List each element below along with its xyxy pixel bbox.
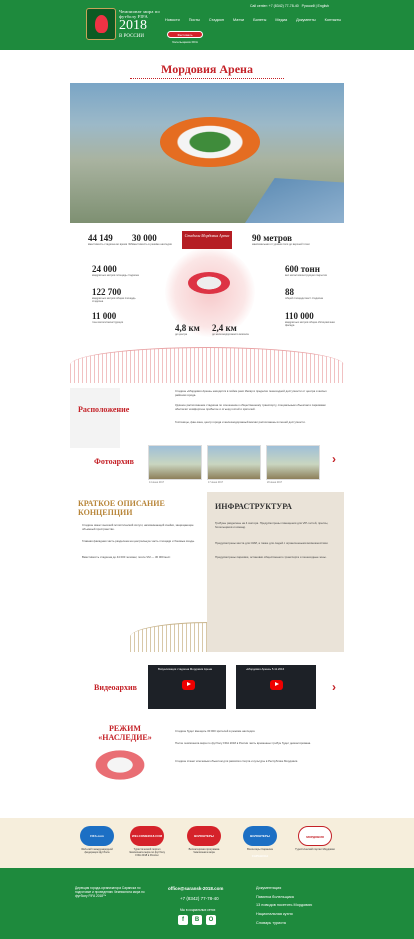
nav-tickets[interactable]: Билеты: [253, 18, 266, 22]
page-title: Мордовия Арена: [161, 62, 253, 76]
vk-icon[interactable]: B: [192, 915, 202, 925]
footer-links: Документация Памятка болельщика 13 повод…: [256, 884, 312, 928]
nav-posts[interactable]: Посты: [189, 18, 200, 22]
legacy-title: Режим «наследие»: [98, 724, 152, 742]
footer-link-cuisine[interactable]: Национальная кухня: [256, 910, 312, 919]
logo-text: Чемпионат мира по футболу FIFA 2018 В РО…: [119, 9, 163, 40]
infrastructure-section: Инфраструктура Трибуны разделены на 4 се…: [207, 492, 344, 652]
location-bg: [70, 388, 120, 448]
nav-stadium[interactable]: Стадион: [209, 18, 224, 22]
trophy-emblem-icon: [95, 15, 108, 33]
infrastructure-text-1: Трибуны разделены на 4 сектора. Предусмо…: [215, 521, 329, 529]
partner-mordovia-logo[interactable]: МОРДОВИЯ: [298, 826, 332, 846]
nav-media[interactable]: Медиа: [275, 18, 287, 22]
footer-social-label: Мы в социальных сетях: [180, 908, 216, 912]
photo-archive-title: Фотоархив: [94, 457, 134, 466]
location-text-2: Удачное расположение стадиона по отношен…: [175, 403, 326, 411]
stat-height: 90 метров максимальная от уровня поля до …: [252, 233, 310, 246]
photo-thumb-2[interactable]: 17 июня 2017: [207, 445, 261, 484]
stat-legacy-capacity: 30 000 вместимость в режиме наследия: [132, 233, 172, 246]
partner-mordovia-caption: Туристический портал Мордовии: [295, 848, 335, 851]
photo-thumb-3[interactable]: 20 июня 2017: [266, 445, 320, 484]
footer-link-fan-guide[interactable]: Памятка болельщика: [256, 893, 312, 902]
call-center-phone: Call center: +7 (8342) 77-78-40: [250, 4, 299, 8]
footer-link-reasons[interactable]: 13 поводов посетить Мордовию: [256, 901, 312, 910]
stat-total-area: 122 700 квадратных метров общая площадь с…: [92, 287, 136, 304]
video-archive-title: Видеоархив: [94, 683, 137, 692]
footer-email[interactable]: office@saransk-2018.com: [168, 886, 223, 891]
odnoklassniki-icon[interactable]: O: [206, 915, 216, 925]
stadium-badge: Стадион Мордовия Арена: [182, 231, 232, 249]
stat-capacity: 44 149 вместимость стадиона во время ЧМ: [88, 233, 132, 246]
nav-matches[interactable]: Матчи: [233, 18, 244, 22]
stat-roof-weight: 600 тонн вес металлоконструкции покрытия: [285, 264, 327, 277]
stat-steel: 11 000 тонн металлоконструкции: [92, 311, 124, 324]
main-nav: Новости Посты Стадион Матчи Билеты Медиа…: [165, 18, 350, 22]
footer-org: Дирекция города-организатора Саранска по…: [75, 886, 145, 899]
partner-saransk-volunteers-logo[interactable]: ВОЛОНТЕРЫ САРАНСКА: [243, 826, 277, 858]
legacy-text-3: Стадион станет ключевым объектом для раз…: [175, 759, 298, 763]
stadium-aerial-illustration: [160, 117, 260, 167]
partners-bar: FIFA.com Web-сайт международной федераци…: [0, 818, 414, 868]
stadium-hero-image: [70, 83, 344, 223]
legacy-stadium-illustration: [95, 750, 145, 780]
site-footer: Дирекция города-организатора Саранска по…: [0, 868, 414, 939]
play-icon[interactable]: [181, 679, 195, 690]
stadium-outline-drawing: [70, 347, 344, 383]
stat-to-station: 2,4 км до железнодорожного вокзала: [212, 323, 249, 336]
footer-link-dictionary[interactable]: Словарь туриста: [256, 919, 312, 928]
concept-text-3: Вместимость стадиона до 44 000 человек; …: [82, 555, 171, 559]
stadium-mini-icon: [188, 272, 230, 294]
logo-country: В РОССИИ: [119, 34, 144, 40]
photo-thumb-1[interactable]: 14 июня 2017: [148, 445, 202, 484]
partner-volunteers-caption: Волонтерская программа Чемпионата мира: [188, 848, 220, 855]
video-next-arrow-icon[interactable]: ›: [332, 680, 336, 694]
partner-volunteers-logo[interactable]: ВОЛОНТЕРЫ: [187, 826, 221, 846]
site-header: Чемпионат мира по футболу FIFA 2018 В РО…: [0, 0, 414, 50]
photo-next-arrow-icon[interactable]: ›: [332, 452, 336, 466]
legacy-text-2: После чемпионата мира по футболу FIFA 20…: [175, 741, 311, 745]
top-info: Call center: +7 (8342) 77-78-40 Русский …: [250, 4, 329, 8]
partner-fifa-caption: Web-сайт международной федерации футбола: [81, 848, 113, 855]
partner-fifa-logo[interactable]: FIFA.com: [80, 826, 114, 846]
infrastructure-text-2: Предусмотрены места для СМИ, а также для…: [215, 541, 329, 545]
legacy-text-1: Стадион будет вмещать 30 000 зрителей в …: [175, 729, 256, 733]
partner-welcome-caption: Туристический портал Чемпионата мира по …: [128, 848, 166, 858]
location-title: Расположение: [78, 405, 130, 414]
infrastructure-text-3: Предусмотрены парковки, остановки общест…: [215, 555, 327, 559]
concept-title: Краткое описание концепции: [78, 499, 165, 517]
facebook-icon[interactable]: f: [178, 915, 188, 925]
nav-documents[interactable]: Документы: [296, 18, 316, 22]
language-switch[interactable]: Русский | English: [302, 4, 329, 8]
location-text-1: Стадион «Мордовия Арена» находится в пой…: [175, 389, 327, 397]
infrastructure-title: Инфраструктура: [215, 502, 292, 511]
video-player-2[interactable]: «Мордовия Арена» 5.11.2016: [236, 665, 316, 709]
video-player-1[interactable]: Визуализация стадиона Мордовия Арена: [148, 665, 226, 709]
partner-welcome-logo[interactable]: WELCOME2018.COM: [130, 826, 164, 846]
partner-saransk-volunteers-caption: Волонтеры Саранска: [247, 848, 273, 851]
footer-phone[interactable]: +7 (8342) 77-78-40: [180, 896, 219, 901]
stat-to-center: 4,8 км до центра: [175, 323, 200, 336]
stat-seats: 88 общей площади мест стадиона: [285, 287, 323, 300]
fan-fest-button[interactable]: Фестиваль болельщиков FIFA: [167, 31, 203, 44]
footer-link-docs[interactable]: Документация: [256, 884, 312, 893]
nav-news[interactable]: Новости: [165, 18, 180, 22]
concept-text-2: Главная фасадная часть разделена на цент…: [82, 539, 195, 543]
play-icon[interactable]: [270, 679, 284, 690]
concept-text-1: Стадион имеет высокий эллиптический силу…: [82, 523, 194, 531]
stat-facade: 110 000 квадратных метров общая облицовоч…: [285, 311, 335, 328]
river-illustration: [245, 178, 344, 223]
nav-contacts[interactable]: Контакты: [325, 18, 341, 22]
location-text-3: Гостиницы, фан-зона, центр города и желе…: [175, 420, 306, 424]
stadium-infographic: Стадион Мордовия Арена 44 149 вместимость…: [70, 227, 344, 387]
logo-year: 2018: [119, 18, 147, 34]
fifa-2018-logo[interactable]: [86, 8, 116, 40]
title-divider: [130, 78, 284, 80]
stat-area: 24 000 квадратных метров площадь стадиона: [92, 264, 139, 277]
